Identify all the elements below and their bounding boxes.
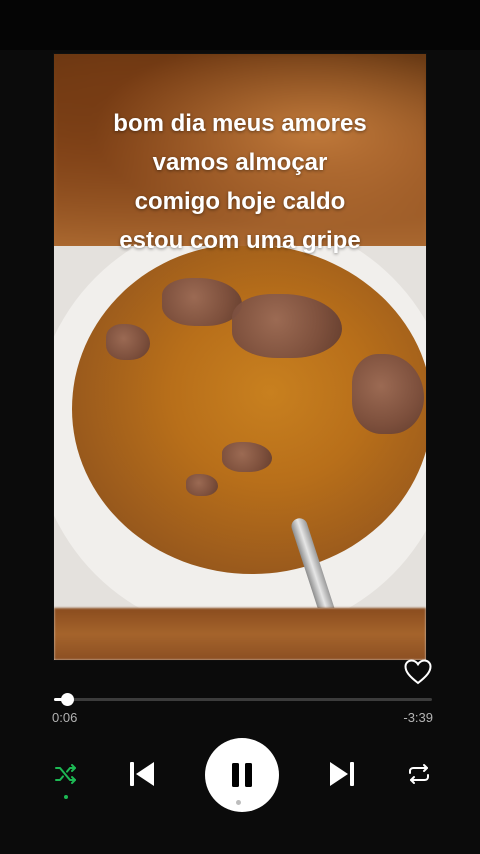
caption-line: bom dia meus amores (113, 110, 367, 137)
cover-bottom-blur (54, 608, 426, 660)
repeat-icon (409, 764, 429, 784)
elapsed-time: 0:06 (52, 710, 78, 725)
caption-line: vamos almoçar (152, 149, 328, 176)
meat-piece (186, 474, 218, 496)
remaining-time: -3:39 (403, 710, 433, 725)
shuffle-button[interactable] (50, 758, 82, 790)
meat-piece (222, 442, 272, 472)
heart-outline-icon (404, 659, 432, 685)
like-button[interactable] (402, 657, 434, 687)
meat-piece (162, 278, 242, 326)
shuffle-active-dot (64, 795, 68, 799)
meat-piece (106, 324, 150, 360)
play-pause-button[interactable] (205, 738, 279, 812)
shuffle-icon (55, 764, 76, 784)
next-button[interactable] (324, 756, 360, 792)
video-caption: bom dia meus amores vamos almoçar comigo… (54, 104, 426, 260)
album-cover-video[interactable]: bom dia meus amores vamos almoçar comigo… (54, 54, 426, 660)
caption-line: estou com uma gripe (119, 227, 361, 254)
caption-line: comigo hoje caldo (134, 188, 346, 215)
progress-thumb[interactable] (61, 693, 75, 706)
repeat-button[interactable] (403, 758, 435, 790)
soup-photo (54, 246, 426, 608)
skip-next-icon (330, 762, 354, 786)
play-indicator-dot (236, 800, 241, 805)
status-bar (0, 0, 480, 50)
progress-bar[interactable] (54, 693, 432, 706)
player-screen: bom dia meus amores vamos almoçar comigo… (0, 0, 480, 854)
skip-previous-icon (130, 762, 154, 786)
pause-icon (232, 763, 252, 787)
previous-button[interactable] (124, 756, 160, 792)
